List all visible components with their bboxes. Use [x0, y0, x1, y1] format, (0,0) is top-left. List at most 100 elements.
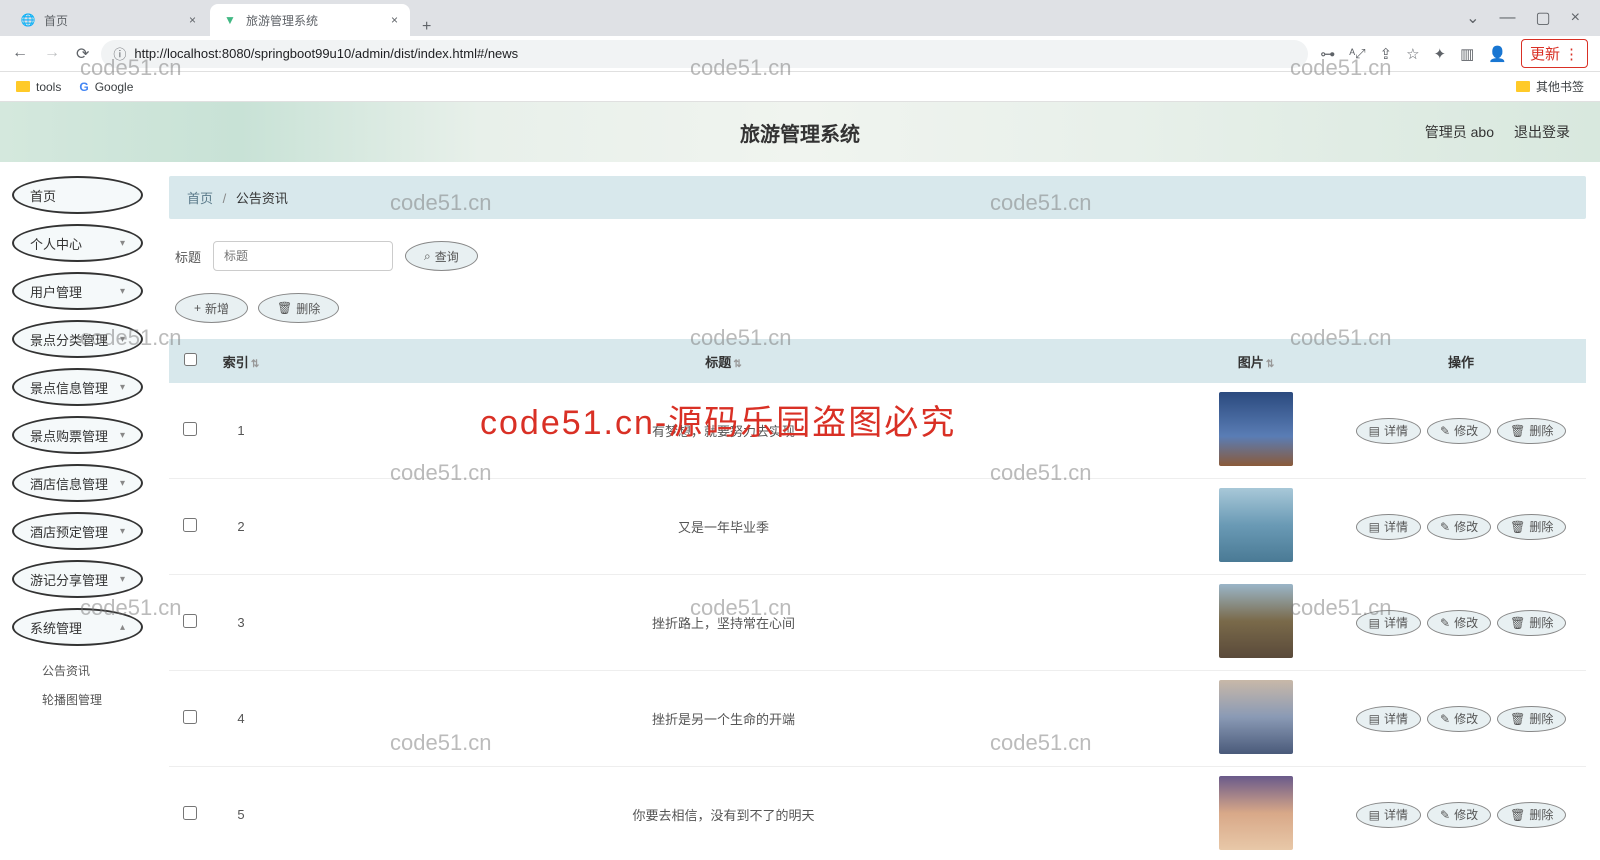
extensions-icon[interactable]: ✦: [1434, 45, 1447, 63]
detail-button[interactable]: ▤详情: [1356, 418, 1421, 444]
user-label[interactable]: 管理员 abo: [1425, 122, 1494, 142]
edit-icon: ✎: [1440, 616, 1450, 630]
bookmark-tools[interactable]: tools: [16, 80, 61, 94]
row-ops: ▤详情✎修改🗑删除: [1336, 610, 1586, 636]
sidebar-item-bookings[interactable]: 酒店预定管理▾: [12, 512, 143, 550]
sidebar-item-hotels[interactable]: 酒店信息管理▾: [12, 464, 143, 502]
table-row: 2又是一年毕业季▤详情✎修改🗑删除: [169, 479, 1586, 575]
maximize-icon[interactable]: ▢: [1536, 8, 1551, 28]
profile-icon[interactable]: 👤: [1488, 45, 1507, 63]
row-checkbox[interactable]: [169, 422, 211, 439]
close-window-icon[interactable]: ×: [1571, 9, 1580, 27]
caret-down-icon[interactable]: ⌄: [1466, 8, 1479, 28]
reload-icon[interactable]: ⟳: [76, 44, 89, 64]
sidebar-item-travelogs[interactable]: 游记分享管理▾: [12, 560, 143, 598]
address-bar: ← → ⟳ ⓘ http://localhost:8080/springboot…: [0, 36, 1600, 72]
thumbnail-image[interactable]: [1219, 776, 1293, 850]
url-text: http://localhost:8080/springboot99u10/ad…: [134, 46, 518, 61]
sidebar-item-profile[interactable]: 个人中心▾: [12, 224, 143, 262]
share-icon[interactable]: ⇪: [1380, 45, 1393, 63]
close-icon[interactable]: ×: [181, 13, 196, 27]
breadcrumb-home[interactable]: 首页: [187, 191, 213, 206]
sidebar-item-categories[interactable]: 景点分类管理▾: [12, 320, 143, 358]
thumbnail-image[interactable]: [1219, 392, 1293, 466]
thumbnail-image[interactable]: [1219, 584, 1293, 658]
sidebar-item-tickets[interactable]: 景点购票管理▾: [12, 416, 143, 454]
star-icon[interactable]: ☆: [1406, 45, 1419, 63]
trash-icon: 🗑: [1510, 712, 1525, 726]
row-title: 挫折是另一个生命的开端: [271, 709, 1176, 728]
search-icon[interactable]: ᴬ⤢: [1349, 46, 1365, 62]
detail-button[interactable]: ▤详情: [1356, 802, 1421, 828]
forward-icon[interactable]: →: [44, 44, 60, 64]
delete-row-button[interactable]: 🗑删除: [1497, 418, 1566, 444]
row-checkbox[interactable]: [169, 710, 211, 727]
toolbar: + 新增 🗑 删除: [169, 293, 1586, 339]
logout-link[interactable]: 退出登录: [1514, 122, 1570, 142]
row-title: 又是一年毕业季: [271, 517, 1176, 536]
edit-button[interactable]: ✎修改: [1427, 514, 1491, 540]
update-button[interactable]: 更新 ⋮: [1521, 39, 1588, 68]
bookmark-other[interactable]: 其他书签: [1516, 78, 1584, 95]
row-image: [1176, 584, 1336, 661]
window-controls: ⌄ — ▢ ×: [1466, 0, 1592, 36]
bookmark-google[interactable]: G Google: [79, 80, 133, 94]
chevron-down-icon: ▾: [120, 526, 125, 537]
edit-button[interactable]: ✎修改: [1427, 610, 1491, 636]
folder-icon: [16, 81, 30, 92]
table-header: 索引⇅ 标题⇅ 图片⇅ 操作: [169, 339, 1586, 383]
search-input[interactable]: [213, 241, 393, 271]
row-ops: ▤详情✎修改🗑删除: [1336, 418, 1586, 444]
panel-icon[interactable]: ▥: [1460, 45, 1474, 63]
detail-button[interactable]: ▤详情: [1356, 610, 1421, 636]
minimize-icon[interactable]: —: [1500, 9, 1516, 27]
chevron-up-icon: ▴: [120, 622, 125, 633]
header-checkbox[interactable]: [169, 353, 211, 369]
header-ops: 操作: [1336, 352, 1586, 371]
header-image[interactable]: 图片⇅: [1176, 352, 1336, 371]
back-icon[interactable]: ←: [12, 44, 28, 64]
row-checkbox[interactable]: [169, 614, 211, 631]
browser-tab-active[interactable]: ▼ 旅游管理系统 ×: [210, 4, 410, 36]
delete-row-button[interactable]: 🗑删除: [1497, 802, 1566, 828]
key-icon[interactable]: ⊶: [1320, 45, 1335, 63]
info-icon[interactable]: ⓘ: [113, 44, 126, 63]
chevron-down-icon: ▾: [120, 478, 125, 489]
sidebar-item-users[interactable]: 用户管理▾: [12, 272, 143, 310]
sidebar-item-spots[interactable]: 景点信息管理▾: [12, 368, 143, 406]
delete-row-button[interactable]: 🗑删除: [1497, 610, 1566, 636]
google-icon: G: [79, 80, 88, 94]
row-checkbox[interactable]: [169, 518, 211, 535]
edit-button[interactable]: ✎修改: [1427, 706, 1491, 732]
add-button[interactable]: + 新增: [175, 293, 248, 323]
row-checkbox[interactable]: [169, 806, 211, 823]
edit-icon: ✎: [1440, 520, 1450, 534]
query-button[interactable]: ⌕ 查询: [405, 241, 478, 271]
detail-button[interactable]: ▤详情: [1356, 514, 1421, 540]
close-icon[interactable]: ×: [383, 13, 398, 27]
trash-icon: 🗑: [1510, 424, 1525, 438]
new-tab-button[interactable]: +: [412, 18, 441, 36]
header-title[interactable]: 标题⇅: [271, 352, 1176, 371]
chevron-down-icon: ▾: [120, 286, 125, 297]
plus-icon: +: [194, 301, 201, 315]
row-image: [1176, 488, 1336, 565]
detail-button[interactable]: ▤详情: [1356, 706, 1421, 732]
delete-row-button[interactable]: 🗑删除: [1497, 706, 1566, 732]
header-index[interactable]: 索引⇅: [211, 352, 271, 371]
nav-buttons: ← → ⟳: [12, 44, 89, 64]
sidebar-sub-carousel[interactable]: 轮播图管理: [42, 685, 143, 714]
thumbnail-image[interactable]: [1219, 680, 1293, 754]
delete-button[interactable]: 🗑 删除: [258, 293, 339, 323]
data-table: 索引⇅ 标题⇅ 图片⇅ 操作 1有梦想，就要努力去实现▤详情✎修改🗑删除2又是一…: [169, 339, 1586, 860]
edit-button[interactable]: ✎修改: [1427, 802, 1491, 828]
delete-row-button[interactable]: 🗑删除: [1497, 514, 1566, 540]
sidebar-item-home[interactable]: 首页: [12, 176, 143, 214]
thumbnail-image[interactable]: [1219, 488, 1293, 562]
sidebar-sub-news[interactable]: 公告资讯: [42, 656, 143, 685]
browser-tab[interactable]: 🌐 首页 ×: [8, 4, 208, 36]
url-input[interactable]: ⓘ http://localhost:8080/springboot99u10/…: [101, 40, 1308, 68]
table-row: 5你要去相信，没有到不了的明天▤详情✎修改🗑删除: [169, 767, 1586, 860]
edit-button[interactable]: ✎修改: [1427, 418, 1491, 444]
sidebar-item-system[interactable]: 系统管理▴: [12, 608, 143, 646]
